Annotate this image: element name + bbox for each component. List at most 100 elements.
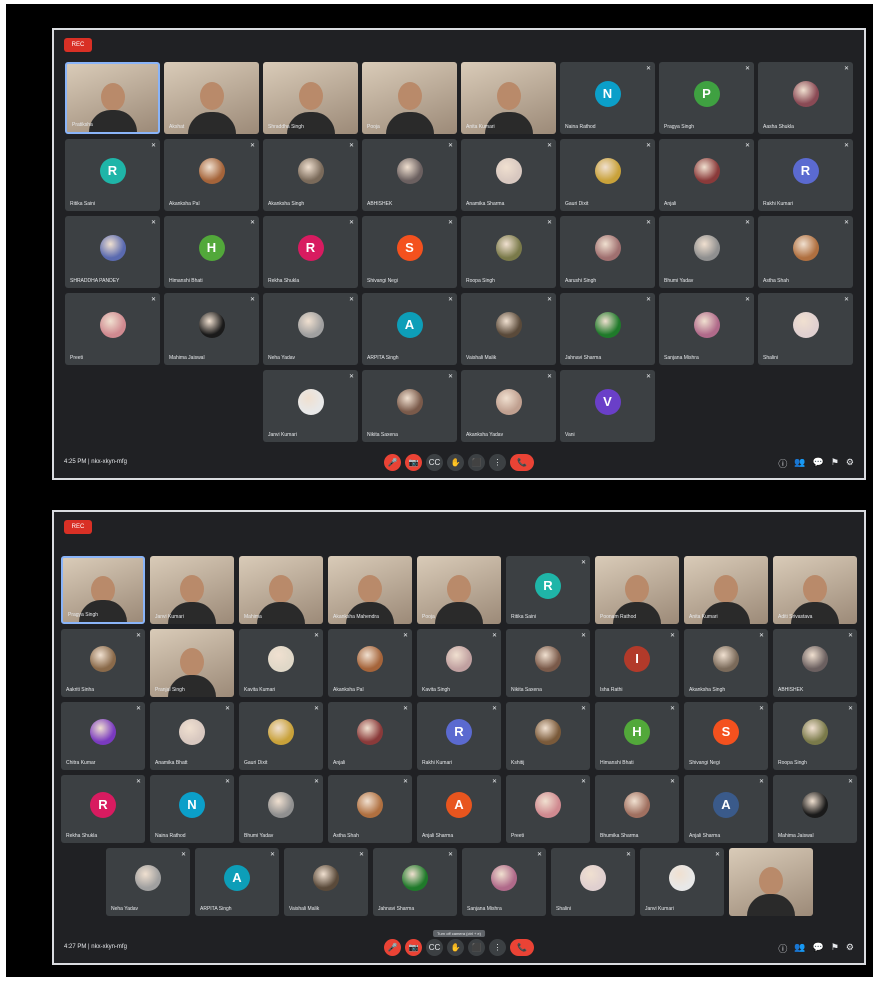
participant-tile[interactable]: R ✕ Rakhi Kumari: [417, 702, 501, 770]
participant-tile[interactable]: ✕ Akanksha Pal: [164, 139, 259, 211]
participant-tile[interactable]: ✕ Anamika Bhatt: [150, 702, 234, 770]
participant-tile[interactable]: ✕ Shalini: [551, 848, 635, 916]
participant-tile[interactable]: ✕ Sanjana Mishra: [659, 293, 754, 365]
participant-tile[interactable]: ✕ Anjali: [659, 139, 754, 211]
activities-icon[interactable]: ⚑: [831, 457, 839, 470]
mic-button[interactable]: 🎤: [384, 454, 401, 471]
participant-tile[interactable]: H ✕ Himanshi Bhati: [164, 216, 259, 288]
participant-tile[interactable]: ✕ Preeti: [506, 775, 590, 843]
participant-tile[interactable]: Aditi Srivastava: [773, 556, 857, 624]
participant-tile[interactable]: R ✕ Rakhi Kumari: [758, 139, 853, 211]
more-options-button[interactable]: ⋮: [489, 939, 506, 956]
participant-tile[interactable]: ✕ Jahnavi Sharma: [373, 848, 457, 916]
participant-tile[interactable]: N ✕ Naina Rathod: [150, 775, 234, 843]
participant-tile[interactable]: Pooja: [362, 62, 457, 134]
participant-tile[interactable]: ✕ Janvi Kumari: [640, 848, 724, 916]
participant-tile[interactable]: ✕ Nikita Saxena: [362, 370, 457, 442]
participant-tile[interactable]: Pratiksha: [65, 62, 160, 134]
participant-tile[interactable]: S ✕ Shivangi Negi: [362, 216, 457, 288]
camera-button[interactable]: 📷: [405, 939, 422, 956]
participant-tile[interactable]: ✕ Mahima Jaiswal: [164, 293, 259, 365]
participant-tile[interactable]: S ✕ Shivangi Negi: [684, 702, 768, 770]
participant-tile[interactable]: P ✕ Pragya Singh: [659, 62, 754, 134]
participant-tile[interactable]: ✕ SHRADDHA PANDEY: [65, 216, 160, 288]
participant-tile[interactable]: Anita Kumari: [461, 62, 556, 134]
meeting-details-icon[interactable]: ⓘ: [778, 457, 787, 470]
settings-icon[interactable]: ⚙: [846, 457, 854, 470]
participant-tile[interactable]: ✕ Neha Yadav: [263, 293, 358, 365]
participant-tile[interactable]: A ✕ Anjali Sharma: [417, 775, 501, 843]
leave-call-button[interactable]: 📞: [510, 454, 534, 471]
people-icon[interactable]: 👥: [794, 457, 805, 470]
participant-tile[interactable]: ✕ Neha Yadav: [106, 848, 190, 916]
participant-tile[interactable]: R ✕ Ritika Saini: [65, 139, 160, 211]
participant-tile[interactable]: ✕ Roopa Singh: [461, 216, 556, 288]
participant-tile[interactable]: ✕ Anamika Sharma: [461, 139, 556, 211]
participant-tile[interactable]: ✕ Aakriti Sinha: [61, 629, 145, 697]
participant-tile[interactable]: ✕ Bhumi Yadav: [659, 216, 754, 288]
participant-tile[interactable]: Pranjal Singh: [150, 629, 234, 697]
participant-tile[interactable]: [729, 848, 813, 916]
mic-button[interactable]: 🎤: [384, 939, 401, 956]
participant-tile[interactable]: ✕ Astha Shah: [328, 775, 412, 843]
settings-icon[interactable]: ⚙: [846, 942, 854, 955]
participant-tile[interactable]: ✕ Vaishali Malik: [461, 293, 556, 365]
participant-tile[interactable]: Akshat: [164, 62, 259, 134]
participant-tile[interactable]: Mahima: [239, 556, 323, 624]
participant-tile[interactable]: ✕ Kavita Singh: [417, 629, 501, 697]
participant-tile[interactable]: Pragya Singh: [61, 556, 145, 624]
participant-tile[interactable]: ✕ Kshitij: [506, 702, 590, 770]
participant-tile[interactable]: ✕ ABHISHEK: [773, 629, 857, 697]
activities-icon[interactable]: ⚑: [831, 942, 839, 955]
participant-tile[interactable]: Akanksha Mahendra: [328, 556, 412, 624]
leave-call-button[interactable]: 📞: [510, 939, 534, 956]
meeting-details-icon[interactable]: ⓘ: [778, 942, 787, 955]
participant-tile[interactable]: R ✕ Rekha Shukla: [263, 216, 358, 288]
chat-icon[interactable]: 💬: [813, 457, 824, 470]
participant-tile[interactable]: H ✕ Himanshi Bhati: [595, 702, 679, 770]
captions-button[interactable]: CC: [426, 939, 443, 956]
participant-tile[interactable]: ✕ Jahnavi Sharma: [560, 293, 655, 365]
captions-button[interactable]: CC: [426, 454, 443, 471]
participant-tile[interactable]: ✕ Sanjana Mishra: [462, 848, 546, 916]
participant-tile[interactable]: ✕ Bhumika Sharma: [595, 775, 679, 843]
participant-tile[interactable]: Anita Kumari: [684, 556, 768, 624]
participant-tile[interactable]: A ✕ Anjali Sharma: [684, 775, 768, 843]
participant-tile[interactable]: Janvi Kumari: [150, 556, 234, 624]
participant-tile[interactable]: ✕ Akanksha Singh: [684, 629, 768, 697]
participant-tile[interactable]: Poonam Rathod: [595, 556, 679, 624]
participant-tile[interactable]: ✕ Akanksha Pal: [328, 629, 412, 697]
participant-tile[interactable]: N ✕ Naina Rathod: [560, 62, 655, 134]
participant-tile[interactable]: ✕ Anjali: [328, 702, 412, 770]
more-options-button[interactable]: ⋮: [489, 454, 506, 471]
participant-tile[interactable]: Shraddha Singh: [263, 62, 358, 134]
participant-tile[interactable]: V ✕ Vani: [560, 370, 655, 442]
participant-tile[interactable]: ✕ Akanksha Yadav: [461, 370, 556, 442]
participant-tile[interactable]: ✕ Shalini: [758, 293, 853, 365]
participant-tile[interactable]: ✕ Preeti: [65, 293, 160, 365]
participant-tile[interactable]: ✕ Mahima Jaiswal: [773, 775, 857, 843]
participant-tile[interactable]: R ✕ Ritika Saini: [506, 556, 590, 624]
present-button[interactable]: ⬛: [468, 454, 485, 471]
participant-tile[interactable]: ✕ Aarushi Singh: [560, 216, 655, 288]
participant-tile[interactable]: ✕ ABHISHEK: [362, 139, 457, 211]
present-button[interactable]: ⬛: [468, 939, 485, 956]
participant-tile[interactable]: ✕ Gauri Dixit: [560, 139, 655, 211]
participant-tile[interactable]: ✕ Astha Shah: [758, 216, 853, 288]
participant-tile[interactable]: ✕ Roopa Singh: [773, 702, 857, 770]
participant-tile[interactable]: Pooja: [417, 556, 501, 624]
participant-tile[interactable]: ✕ Kavita Kumari: [239, 629, 323, 697]
people-icon[interactable]: 👥: [794, 942, 805, 955]
participant-tile[interactable]: ✕ Bhumi Yadav: [239, 775, 323, 843]
participant-tile[interactable]: ✕ Akanksha Singh: [263, 139, 358, 211]
participant-tile[interactable]: ✕ Chitra Kumar: [61, 702, 145, 770]
participant-tile[interactable]: I ✕ Isha Rathi: [595, 629, 679, 697]
participant-tile[interactable]: ✕ Vaishali Malik: [284, 848, 368, 916]
chat-icon[interactable]: 💬: [813, 942, 824, 955]
raise-hand-button[interactable]: ✋: [447, 454, 464, 471]
participant-tile[interactable]: R ✕ Rekha Shukla: [61, 775, 145, 843]
participant-tile[interactable]: ✕ Janvi Kumari: [263, 370, 358, 442]
camera-button[interactable]: 📷: [405, 454, 422, 471]
participant-tile[interactable]: ✕ Aasha Shukla: [758, 62, 853, 134]
participant-tile[interactable]: A ✕ ARPITA Singh: [362, 293, 457, 365]
